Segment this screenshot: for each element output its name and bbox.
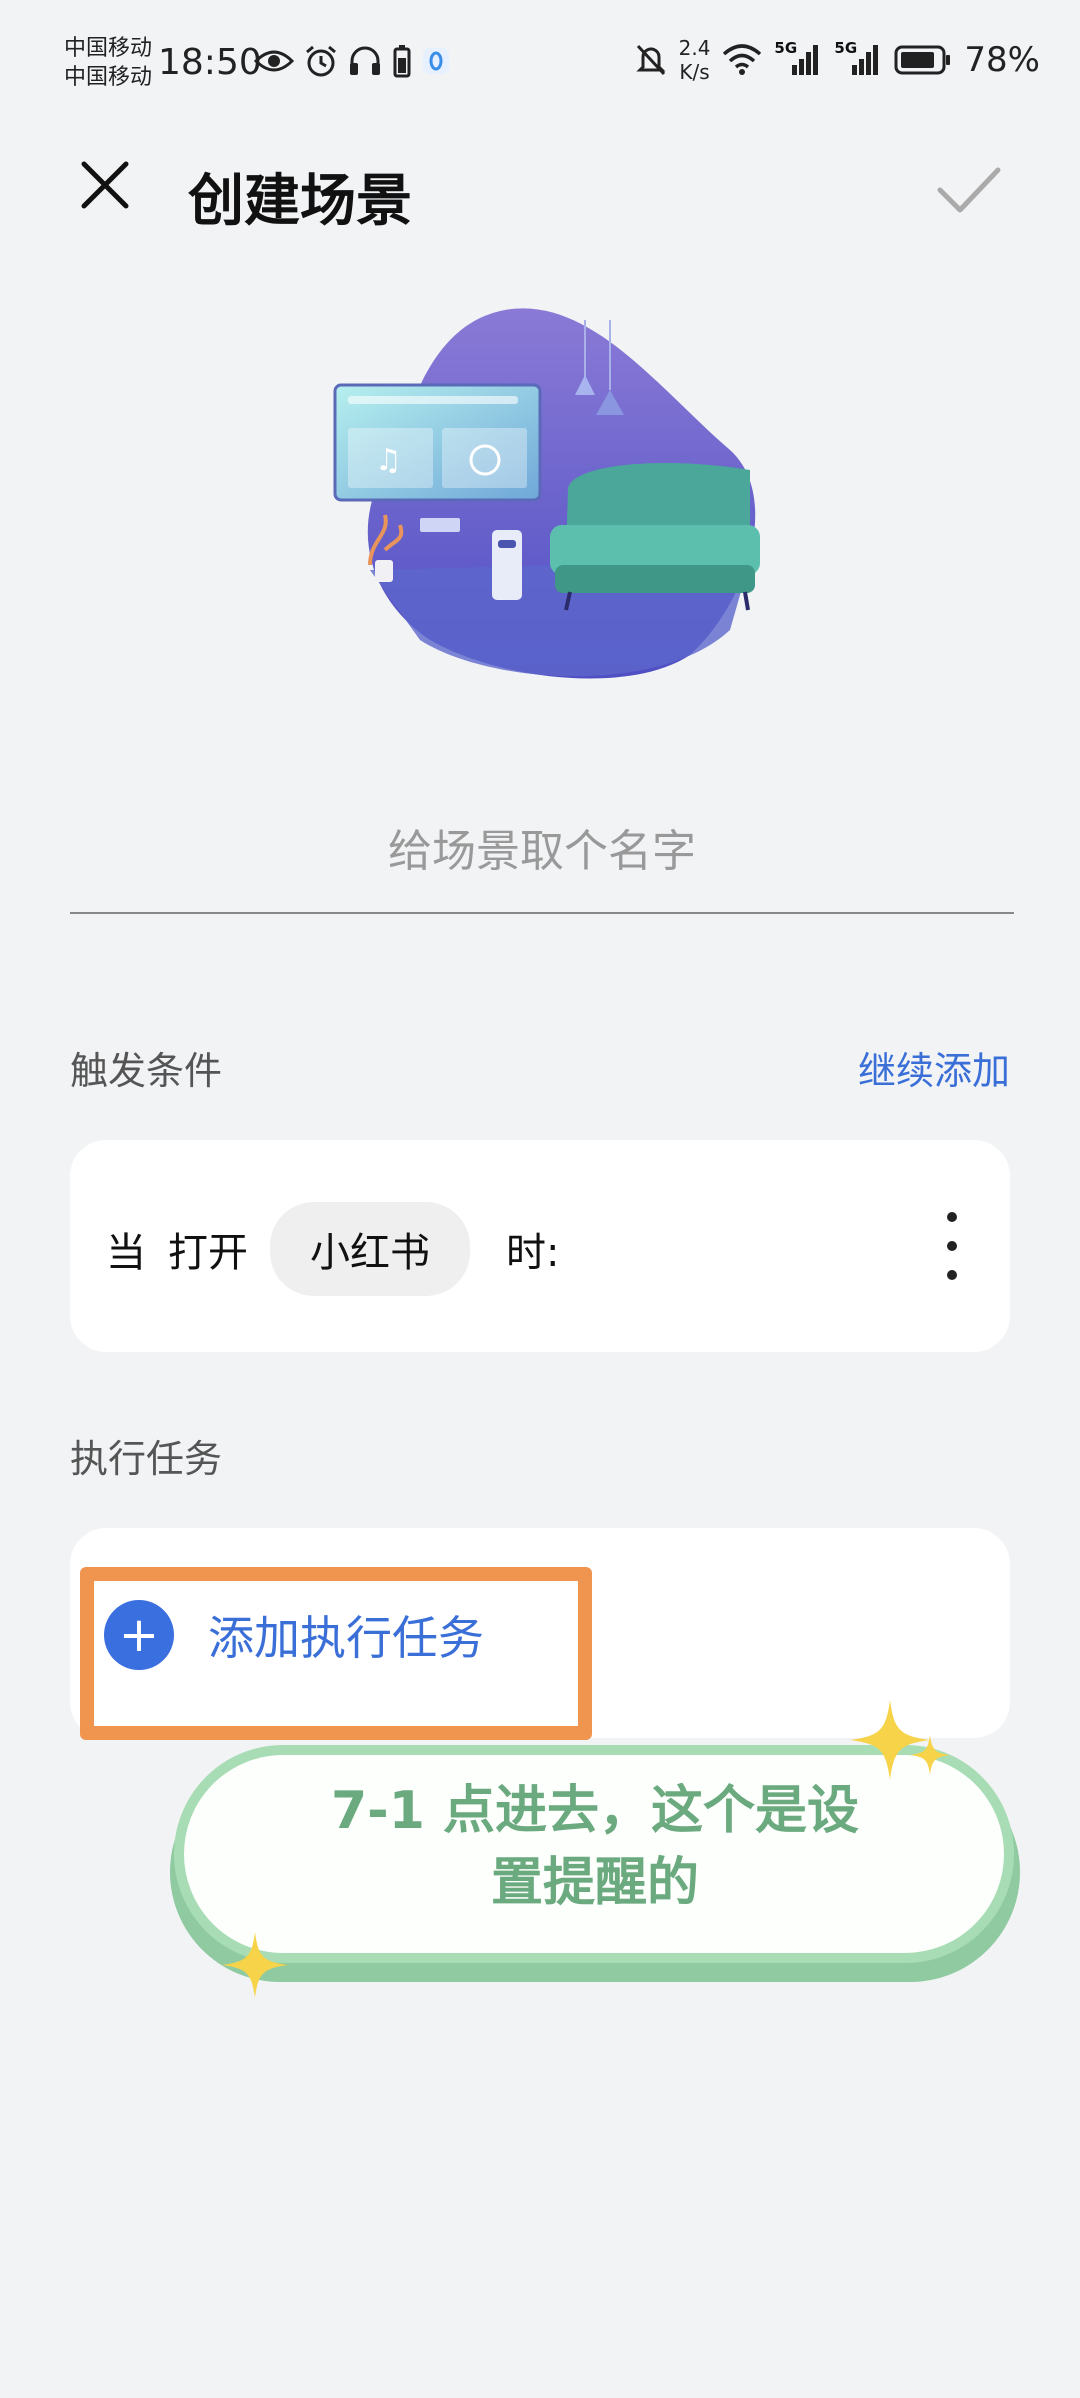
carrier-labels: 中国移动 中国移动: [64, 34, 152, 92]
trigger-section-label: 触发条件: [70, 1049, 223, 1093]
sparkle-icon: [222, 1932, 288, 1998]
battery-icon: [894, 45, 951, 75]
task-section-label: 执行任务: [70, 1437, 223, 1481]
status-bar: 中国移动 中国移动 18:50 2.4 K/s 5G 5G 78%: [0, 0, 1080, 130]
headphones-icon: [350, 46, 380, 75]
mute-icon: [635, 44, 666, 76]
sparkle-icon: [910, 1735, 950, 1775]
wifi-icon: [723, 44, 762, 75]
add-more-trigger-link[interactable]: 继续添加: [858, 1040, 1010, 1095]
clock: 18:50: [158, 42, 262, 83]
trigger-condition: 当 打开 小红书 时:: [106, 1202, 559, 1296]
net-speed: 2.4 K/s: [678, 36, 711, 84]
trigger-suffix-label: 时:: [506, 1230, 560, 1276]
highlight-box: [80, 1567, 592, 1740]
signal-1: 5G: [774, 39, 822, 77]
page-title: 创建场景: [188, 169, 412, 234]
battery-saver-icon: [393, 45, 411, 78]
signal-2: 5G: [834, 39, 882, 77]
alarm-icon: [306, 45, 336, 77]
battery-percent: 78%: [964, 40, 1040, 80]
scene-name-input[interactable]: [70, 790, 1014, 914]
close-icon[interactable]: [70, 150, 140, 220]
carrier-2: 中国移动: [64, 65, 153, 90]
trigger-card[interactable]: 当 打开 小红书 时:: [70, 1140, 1010, 1352]
trigger-action-label: 打开: [168, 1230, 248, 1276]
app-notification-icon: [423, 48, 449, 74]
scene-illustration: ♫: [333, 308, 760, 679]
check-icon[interactable]: [930, 152, 1006, 228]
trigger-when-label: 当: [106, 1230, 146, 1276]
trigger-app-chip[interactable]: 小红书: [270, 1202, 470, 1296]
annotation-text: 7-1 点进去，这个是设 置提醒的: [330, 1781, 860, 1913]
signal-icon: [792, 45, 819, 75]
status-icons-left: [254, 44, 450, 78]
status-icons-right: 2.4 K/s 5G 5G 78%: [635, 36, 1040, 84]
carrier-1: 中国移动: [64, 36, 153, 61]
eye-icon: [254, 50, 294, 72]
svg-text:♫: ♫: [375, 443, 402, 478]
more-options-icon[interactable]: [944, 1212, 960, 1280]
signal-icon: [852, 45, 879, 75]
